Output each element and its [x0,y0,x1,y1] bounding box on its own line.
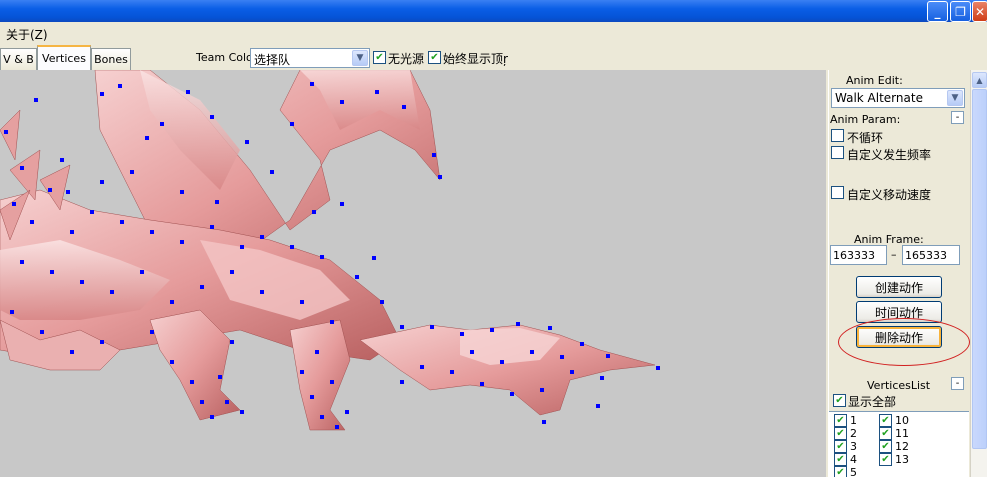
list-item[interactable]: ✔ 3 [834,440,857,453]
create-anim-button[interactable]: 创建动作 [856,276,942,298]
vertex-checkbox[interactable]: ✔ [879,440,892,453]
tab-bones[interactable]: Bones [91,48,131,70]
panel-scrollbar[interactable]: ▲ [970,70,987,477]
tab-vertices[interactable]: Vertices [37,45,91,70]
menu-about[interactable]: 关于(Z) [6,26,48,43]
always-show-label: 始终显示顶ŗ [443,52,508,66]
toolbar: V & B Vertices Bones Team Color 选择队 ▼ ✔ … [0,44,987,70]
always-show-checkbox[interactable]: ✔ [428,51,441,64]
no-loop-label: 不循环 [847,131,884,145]
custom-move-speed-label: 自定义移动速度 [847,188,932,202]
vertex-checkbox[interactable]: ✔ [879,414,892,427]
dragon-mesh[interactable] [0,70,826,477]
list-item[interactable]: ✔ 2 [834,427,857,440]
vertex-checkbox[interactable]: ✔ [834,414,847,427]
vertex-checkbox[interactable]: ✔ [834,427,847,440]
restore-icon[interactable]: ❐ [950,1,971,22]
list-item[interactable]: ✔ 12 [879,440,909,453]
custom-move-speed-checkbox[interactable] [831,186,844,199]
close-icon[interactable]: ✕ [972,1,987,22]
list-item[interactable]: ✔ 10 [879,414,909,427]
scrollbar-thumb[interactable] [972,89,987,449]
right-panel: Anim Edit: Walk Alternate ▼ Anim Param: … [828,70,970,477]
vertices-list-label: VerticesList [867,379,931,392]
vertices-list[interactable]: ✔ 1 ✔ 2 ✔ 3 ✔ 4 ✔ 5 ✔ 10 ✔ 11 ✔ 12 ✔ 13 [829,411,969,477]
collapse-vertices-list-button[interactable]: - [951,377,964,390]
model-viewport[interactable] [0,70,826,477]
show-all-checkbox[interactable]: ✔ [833,394,846,407]
no-light-label: 无光源 [388,52,425,66]
frame-start-input[interactable]: 163333 [830,245,887,265]
menu-bar: 关于(Z) [0,22,987,44]
custom-frequency-label: 自定义发生频率 [847,148,932,162]
frame-range-dash: – [891,248,897,261]
chevron-down-icon[interactable]: ▼ [947,90,963,106]
vertex-checkbox[interactable]: ✔ [834,453,847,466]
list-item[interactable]: ✔ 5 [834,466,857,477]
vertex-checkbox[interactable]: ✔ [879,453,892,466]
highlight-circle [838,318,970,366]
anim-select-value: Walk Alternate [835,91,923,105]
team-color-value: 选择队 [254,53,291,67]
list-item[interactable]: ✔ 4 [834,453,857,466]
collapse-anim-param-button[interactable]: - [951,111,964,124]
list-item[interactable]: ✔ 1 [834,414,857,427]
show-all-label: 显示全部 [848,395,897,409]
list-item[interactable]: ✔ 11 [879,427,909,440]
chevron-down-icon[interactable]: ▼ [352,50,368,66]
custom-frequency-checkbox[interactable] [831,146,844,159]
team-color-select[interactable]: 选择队 ▼ [250,48,370,68]
vertex-checkbox[interactable]: ✔ [879,427,892,440]
anim-param-label: Anim Param: [830,113,901,126]
frame-end-input[interactable]: 165333 [902,245,960,265]
scroll-up-icon[interactable]: ▲ [972,72,987,88]
list-item[interactable]: ✔ 13 [879,453,909,466]
minimize-icon[interactable]: _ [927,1,948,22]
anim-select[interactable]: Walk Alternate ▼ [831,88,965,108]
no-light-checkbox[interactable]: ✔ [373,51,386,64]
team-color-label: Team Color [196,51,258,64]
vertex-checkbox[interactable]: ✔ [834,466,847,477]
title-bar: _ ❐ ✕ [0,0,987,22]
tab-v-and-b[interactable]: V & B [0,48,37,70]
no-loop-checkbox[interactable] [831,129,844,142]
vertex-checkbox[interactable]: ✔ [834,440,847,453]
anim-edit-label: Anim Edit: [846,74,903,87]
